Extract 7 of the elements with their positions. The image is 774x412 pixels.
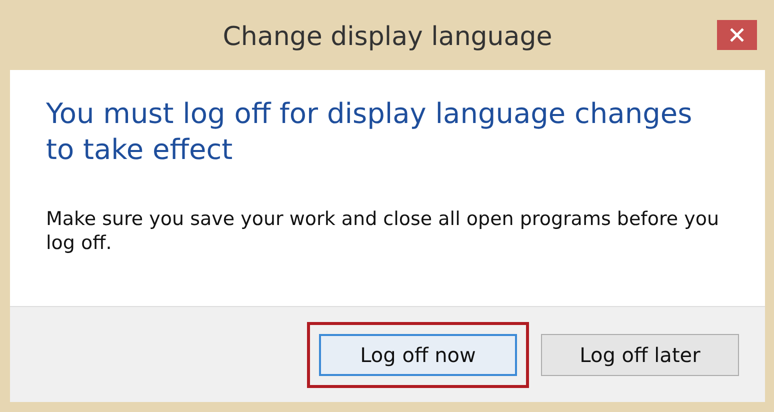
window-title: Change display language bbox=[222, 21, 552, 54]
close-icon bbox=[730, 28, 744, 42]
close-button[interactable] bbox=[717, 20, 757, 50]
dialog-button[interactable]: Log off later bbox=[541, 334, 739, 376]
dialog-message: Make sure you save your work and close all open programs before you log off. bbox=[46, 206, 720, 256]
dialog-heading: You must log off for display language changes to take effect bbox=[46, 96, 694, 168]
dialog-button[interactable]: Log off now bbox=[319, 334, 517, 376]
